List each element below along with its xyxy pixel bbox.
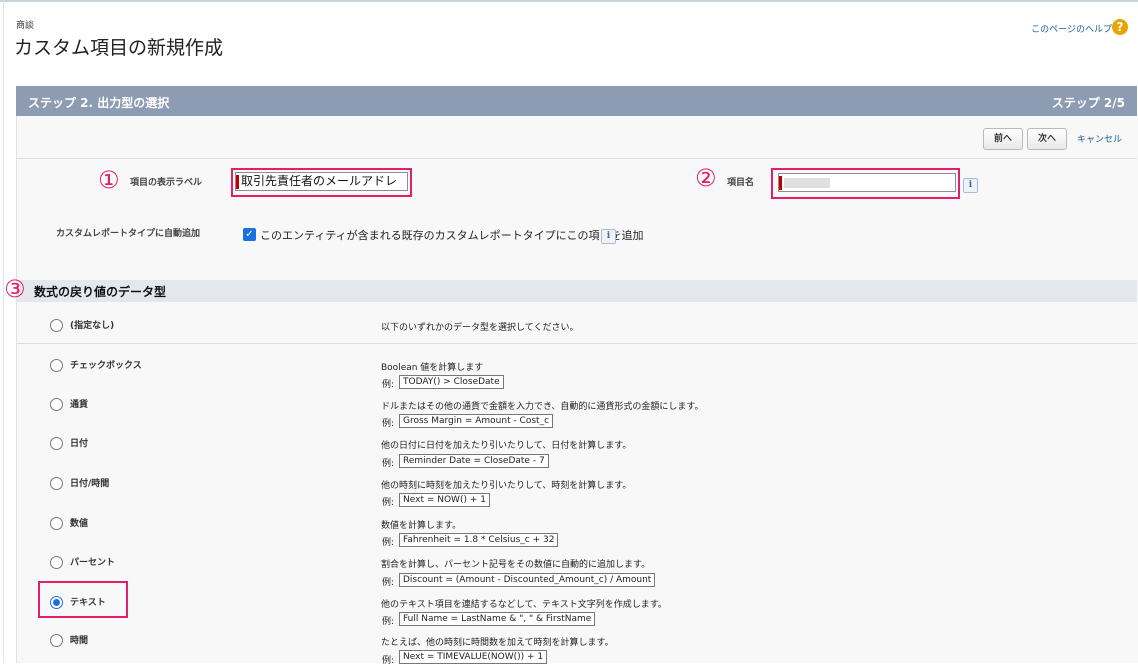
radio-date[interactable]: [50, 437, 63, 450]
field-label-caption: 項目の表示ラベル: [130, 178, 203, 188]
field-name-info-icon[interactable]: i: [963, 178, 978, 193]
option-label-time: 時間: [70, 636, 89, 646]
radio-percent[interactable]: [50, 556, 63, 569]
option-example-text: Full Name = LastName & ", " & FirstName: [399, 612, 596, 626]
option-desc-time: たとえば、他の時刻に時間数を加えて時刻を計算します。: [381, 638, 614, 648]
auto-add-caption: カスタムレポートタイプに自動追加: [56, 229, 201, 239]
option-label-none: (指定なし): [70, 321, 115, 331]
example-prefix: 例:: [382, 617, 395, 627]
obscured-value: [784, 177, 830, 188]
option-desc-percent: 割合を計算し、パーセント記号をその数値に自動的に追加します。: [381, 560, 651, 570]
option-desc-datetime: 他の時刻に時刻を加えたり引いたりして、時刻を計算します。: [381, 481, 632, 491]
option-desc-checkbox: Boolean 値を計算します: [381, 363, 484, 373]
page-title: カスタム項目の新規作成: [14, 37, 224, 59]
radio-none[interactable]: [50, 319, 63, 332]
example-prefix: 例:: [382, 459, 395, 469]
marker-3: ③: [4, 275, 26, 303]
example-prefix: 例:: [382, 656, 395, 666]
option-example-date: Reminder Date = CloseDate - 7: [399, 454, 549, 468]
option-desc-number: 数値を計算します。: [381, 521, 462, 531]
auto-add-info-icon[interactable]: i: [601, 229, 616, 244]
divider: [16, 158, 1137, 159]
marker-2: ②: [695, 164, 717, 192]
prev-button[interactable]: 前へ: [983, 128, 1023, 150]
required-indicator: [779, 175, 782, 190]
radio-checkbox[interactable]: [50, 359, 63, 372]
option-desc-currency: ドルまたはその他の通貨で金額を入力でき、自動的に通貨形式の金額にします。: [381, 402, 704, 412]
option-label-checkbox: チェックボックス: [70, 361, 142, 371]
option-label-date: 日付: [70, 439, 89, 449]
option-example-percent: Discount = (Amount - Discounted_Amount_c…: [399, 573, 656, 587]
radio-number[interactable]: [50, 517, 63, 530]
section-title: 数式の戻り値のデータ型: [34, 285, 167, 299]
help-link[interactable]: このページのヘルプ: [1031, 22, 1112, 35]
option-label-currency: 通貨: [70, 400, 89, 410]
option-example-currency: Gross Margin = Amount - Cost_c: [399, 414, 554, 428]
breadcrumb: 商談: [16, 21, 35, 31]
example-prefix: 例:: [382, 578, 395, 588]
option-label-text: テキスト: [70, 598, 106, 608]
section-header: [16, 280, 1137, 302]
radio-text[interactable]: [50, 596, 63, 609]
left-border: [3, 0, 4, 663]
option-example-time: Next = TIMEVALUE(NOW()) + 1: [399, 650, 548, 664]
field-name-caption: 項目名: [727, 178, 755, 188]
field-name-input[interactable]: [778, 173, 956, 192]
field-label-input[interactable]: 取引先責任者のメールアドレ: [235, 172, 408, 191]
auto-add-checkbox[interactable]: ✓: [243, 228, 256, 241]
option-example-checkbox: TODAY() > CloseDate: [399, 375, 504, 389]
help-icon[interactable]: ?: [1112, 19, 1128, 35]
radio-time[interactable]: [50, 634, 63, 647]
option-example-datetime: Next = NOW() + 1: [399, 493, 490, 507]
example-prefix: 例:: [382, 419, 395, 429]
example-prefix: 例:: [382, 380, 395, 390]
cancel-link[interactable]: キャンセル: [1077, 132, 1122, 145]
radio-currency[interactable]: [50, 398, 63, 411]
step-title: ステップ 2. 出力型の選択: [28, 96, 170, 110]
top-border: [0, 0, 1138, 2]
option-desc-text: 他のテキスト項目を連結するなどして、テキスト文字列を作成します。: [381, 600, 667, 610]
option-label-number: 数値: [70, 519, 89, 529]
option-desc-date: 他の日付に日付を加えたり引いたりして、日付を計算します。: [381, 441, 632, 451]
option-label-percent: パーセント: [70, 558, 116, 568]
step-counter: ステップ 2/5: [1051, 96, 1125, 110]
step-header: ステップ 2. 出力型の選択 ステップ 2/5: [16, 86, 1137, 116]
option-label-datetime: 日付/時間: [70, 479, 110, 489]
example-prefix: 例:: [382, 538, 395, 548]
divider: [16, 343, 1137, 344]
option-example-number: Fahrenheit = 1.8 * Celsius_c + 32: [399, 533, 559, 547]
auto-add-checkbox-label: このエンティティが含まれる既存のカスタムレポートタイプにこの項目を追加: [260, 229, 644, 242]
marker-1: ①: [98, 166, 120, 194]
next-button[interactable]: 次へ: [1027, 128, 1067, 150]
required-indicator: [236, 174, 239, 189]
field-label-value: 取引先責任者のメールアドレ: [241, 174, 398, 188]
option-desc-none: 以下のいずれかのデータ型を選択してください。: [381, 323, 579, 333]
radio-datetime[interactable]: [50, 477, 63, 490]
example-prefix: 例:: [382, 498, 395, 508]
